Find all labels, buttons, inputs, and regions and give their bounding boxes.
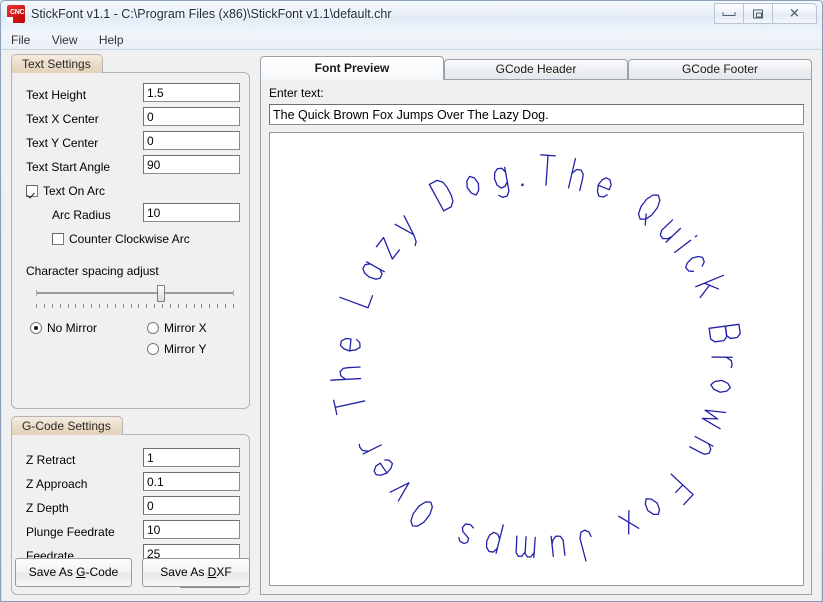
radio-no-mirror[interactable]: No Mirror [30,321,97,335]
input-arc-radius[interactable] [143,203,240,222]
minimize-icon [722,11,736,16]
app-icon: CNC [7,5,25,23]
text-settings-group: Text Settings Text Height Text X Center … [11,54,250,409]
close-button[interactable]: ✕ [772,3,817,24]
input-text-y-center[interactable] [143,131,240,150]
font-preview-canvas [269,132,804,586]
menu-bar: File View Help [2,31,821,50]
save-as-dxf-post: XF [216,565,232,579]
label-text-x-center: Text X Center [26,112,99,126]
label-z-retract: Z Retract [26,453,76,467]
app-icon-notch [7,17,13,23]
text-settings-title: Text Settings [11,54,103,73]
slider-character-spacing[interactable] [36,284,234,310]
maximize-button[interactable] [743,3,772,24]
radio-mirror-y-label: Mirror Y [164,342,207,356]
window-controls: ✕ [714,3,817,25]
save-as-dxf-button[interactable]: Save As DXF [142,558,250,587]
tab-page-font-preview: Enter text: [260,79,812,595]
window-title: StickFont v1.1 - C:\Program Files (x86)\… [31,7,392,21]
radio-mirror-x-label: Mirror X [164,321,207,335]
slider-thumb[interactable] [157,285,165,302]
radio-no-mirror-dot [30,322,42,334]
application-window: CNC StickFont v1.1 - C:\Program Files (x… [0,0,823,602]
checkbox-counter-clockwise-arc-label: Counter Clockwise Arc [69,232,190,246]
checkbox-counter-clockwise-arc[interactable]: Counter Clockwise Arc [52,232,190,246]
preview-text-input[interactable] [269,104,804,125]
label-text-y-center: Text Y Center [26,136,99,150]
tab-gcode-header[interactable]: GCode Header [444,59,628,80]
label-plunge-feedrate: Plunge Feedrate [26,525,115,539]
label-character-spacing: Character spacing adjust [26,264,159,278]
save-as-gcode-pre: Save As [28,565,77,579]
input-text-start-angle[interactable] [143,155,240,174]
save-as-gcode-post: -Code [85,565,119,579]
radio-mirror-y[interactable]: Mirror Y [147,342,206,356]
enter-text-label: Enter text: [269,86,324,100]
content-area: Text Settings Text Height Text X Center … [2,50,821,601]
close-icon: ✕ [789,6,800,21]
checkbox-counter-clockwise-arc-box [52,233,64,245]
slider-track [36,290,234,296]
menu-item-file[interactable]: File [2,31,39,49]
radio-mirror-y-dot [147,343,159,355]
label-text-height: Text Height [26,88,87,102]
title-bar: CNC StickFont v1.1 - C:\Program Files (x… [1,1,822,30]
label-text-start-angle: Text Start Angle [26,160,111,174]
checkbox-text-on-arc-label: Text On Arc [43,184,106,198]
maximize-icon [753,9,763,18]
input-z-retract[interactable] [143,448,240,467]
menu-item-view[interactable]: View [43,31,87,49]
tab-control: Font Preview GCode Header GCode Footer E… [260,56,812,595]
menu-item-help[interactable]: Help [90,31,133,49]
input-text-x-center[interactable] [143,107,240,126]
input-plunge-feedrate[interactable] [143,520,240,539]
app-icon-label: CNC [10,9,25,16]
radio-no-mirror-label: No Mirror [47,321,97,335]
tab-gcode-footer[interactable]: GCode Footer [628,59,812,80]
arc-text-rendering [330,154,741,562]
tab-strip: Font Preview GCode Header GCode Footer [260,56,812,80]
radio-mirror-x-dot [147,322,159,334]
radio-mirror-x[interactable]: Mirror X [147,321,207,335]
input-z-depth[interactable] [143,496,240,515]
save-as-gcode-button[interactable]: Save As G-Code [15,558,132,587]
slider-ticks [36,304,234,309]
label-z-approach: Z Approach [26,477,88,491]
tab-font-preview[interactable]: Font Preview [260,56,444,80]
checkbox-text-on-arc[interactable]: Text On Arc [26,184,105,198]
save-as-gcode-accel: G [76,565,86,579]
gcode-settings-title: G-Code Settings [11,416,123,435]
input-z-approach[interactable] [143,472,240,491]
input-text-height[interactable] [143,83,240,102]
checkbox-text-on-arc-box [26,185,38,197]
save-as-dxf-pre: Save As [160,565,208,579]
label-z-depth: Z Depth [26,501,69,515]
minimize-button[interactable] [714,3,743,24]
label-arc-radius: Arc Radius [52,208,111,222]
